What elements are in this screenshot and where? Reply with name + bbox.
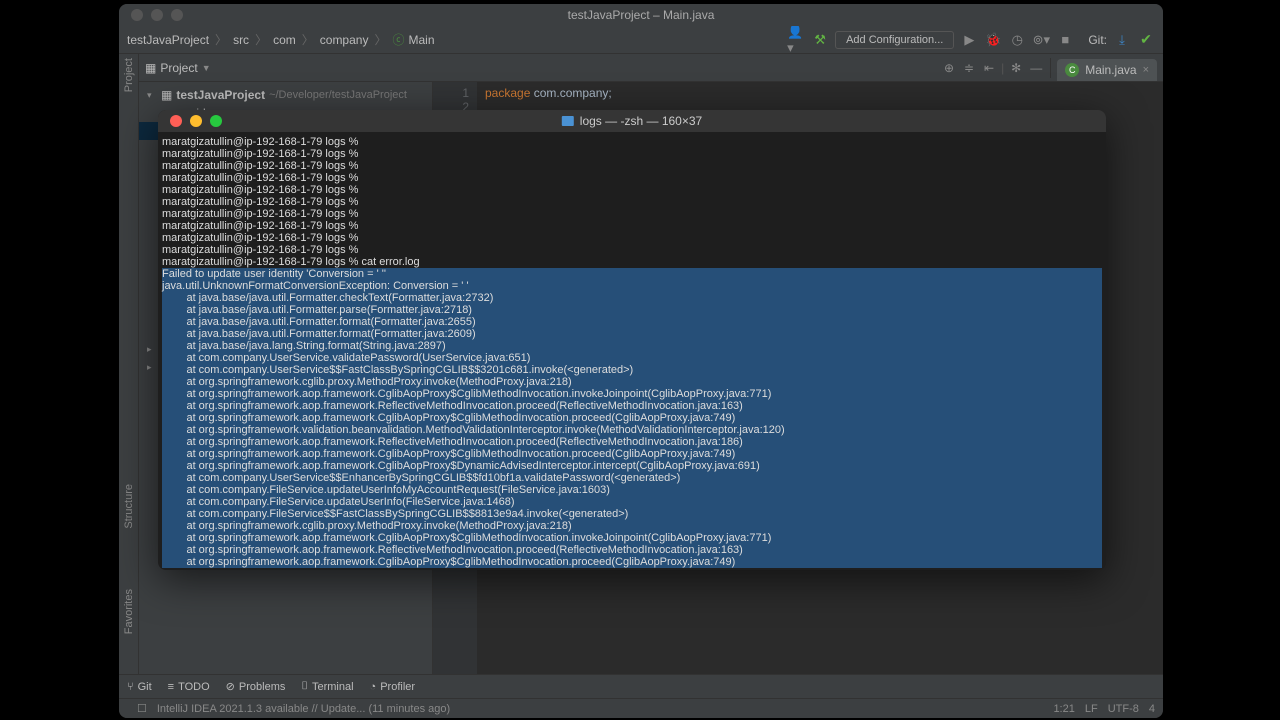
- bc-2[interactable]: com: [273, 33, 296, 47]
- git-label: Git:: [1088, 33, 1107, 47]
- folder-icon: [562, 116, 574, 126]
- locate-icon[interactable]: ⊕: [941, 61, 957, 75]
- gutter-favorites[interactable]: Favorites: [123, 589, 135, 634]
- bc-4[interactable]: Main: [409, 33, 435, 47]
- collapse-icon[interactable]: ⇤: [981, 61, 997, 75]
- chevron-right-icon[interactable]: ▸: [147, 362, 157, 373]
- project-panel-header: ▦ Project ▼ ⊕ ≑ ⇤ | ✻ — C Main.java ×: [139, 54, 1163, 82]
- expand-icon[interactable]: ≑: [961, 61, 977, 75]
- terminal-window[interactable]: logs — -zsh — 160×37 maratgizatullin@ip-…: [158, 110, 1106, 570]
- maximize-icon[interactable]: [171, 9, 183, 21]
- tree-root-path: ~/Developer/testJavaProject: [269, 89, 407, 101]
- status-spaces[interactable]: 4: [1149, 703, 1155, 715]
- minimize-icon[interactable]: [151, 9, 163, 21]
- toolbar-right: 👤▾ ⚒ Add Configuration... ▶ 🐞 ◷ ⊚▾ ■ Git…: [787, 31, 1155, 49]
- chevron-right-icon[interactable]: ▸: [147, 344, 157, 355]
- tab-problems[interactable]: ⊘Problems: [226, 680, 286, 693]
- window-title: testJavaProject – Main.java: [568, 8, 715, 22]
- tab-terminal[interactable]: ⌷Terminal: [301, 680, 353, 693]
- profile-icon[interactable]: ⊚▾: [1032, 31, 1050, 49]
- titlebar: testJavaProject – Main.java: [119, 4, 1163, 26]
- terminal-body[interactable]: maratgizatullin@ip-192-168-1-79 logs % m…: [158, 132, 1106, 570]
- tab-todo[interactable]: ≡TODO: [168, 681, 210, 693]
- vcs-update-icon[interactable]: ⤓: [1113, 31, 1131, 49]
- breadcrumb: testJavaProject〉 src〉 com〉 company〉 ⓒ Ma…: [127, 31, 787, 48]
- tab-git[interactable]: ⑂Git: [127, 681, 152, 693]
- run-icon[interactable]: ▶: [960, 31, 978, 49]
- terminal-title: logs — -zsh — 160×37: [562, 114, 702, 128]
- debug-icon[interactable]: 🐞: [984, 31, 1002, 49]
- bottom-tabs: ⑂Git ≡TODO ⊘Problems ⌷Terminal ◔Profiler: [119, 674, 1163, 698]
- terminal-titlebar: logs — -zsh — 160×37: [158, 110, 1106, 132]
- kw-package: package: [485, 86, 530, 100]
- coverage-icon[interactable]: ◷: [1008, 31, 1026, 49]
- hide-icon[interactable]: —: [1028, 61, 1044, 75]
- left-gutter: Project Structure Favorites: [119, 54, 139, 674]
- vcs-commit-icon[interactable]: ✔: [1137, 31, 1155, 49]
- term-maximize-icon[interactable]: [210, 115, 222, 127]
- editor-tab[interactable]: C Main.java ×: [1057, 59, 1157, 81]
- settings-icon[interactable]: ✻: [1008, 61, 1024, 75]
- tree-root[interactable]: testJavaProject: [176, 88, 265, 102]
- status-update[interactable]: IntelliJ IDEA 2021.1.3 available // Upda…: [157, 703, 450, 715]
- close-icon[interactable]: [131, 9, 143, 21]
- stop-icon[interactable]: ■: [1056, 31, 1074, 49]
- gutter-project[interactable]: Project: [123, 58, 135, 92]
- user-icon[interactable]: 👤▾: [787, 31, 805, 49]
- statusbar: ☐ IntelliJ IDEA 2021.1.3 available // Up…: [119, 698, 1163, 718]
- close-tab-icon[interactable]: ×: [1143, 64, 1149, 76]
- tab-label: Main.java: [1085, 63, 1136, 77]
- term-minimize-icon[interactable]: [190, 115, 202, 127]
- traffic-lights: [119, 9, 183, 21]
- project-panel-title[interactable]: Project: [160, 61, 197, 75]
- bc-0[interactable]: testJavaProject: [127, 33, 209, 47]
- pkg-name: com.company;: [530, 86, 611, 100]
- add-configuration-button[interactable]: Add Configuration...: [835, 31, 954, 49]
- status-lf[interactable]: LF: [1085, 703, 1098, 715]
- bc-3[interactable]: company: [320, 33, 369, 47]
- toolbar: testJavaProject〉 src〉 com〉 company〉 ⓒ Ma…: [119, 26, 1163, 54]
- tab-profiler[interactable]: ◔Profiler: [370, 681, 416, 693]
- status-enc[interactable]: UTF-8: [1108, 703, 1139, 715]
- status-pos[interactable]: 1:21: [1053, 703, 1074, 715]
- bc-1[interactable]: src: [233, 33, 249, 47]
- build-icon[interactable]: ⚒: [811, 31, 829, 49]
- term-close-icon[interactable]: [170, 115, 182, 127]
- gutter-structure[interactable]: Structure: [123, 484, 135, 529]
